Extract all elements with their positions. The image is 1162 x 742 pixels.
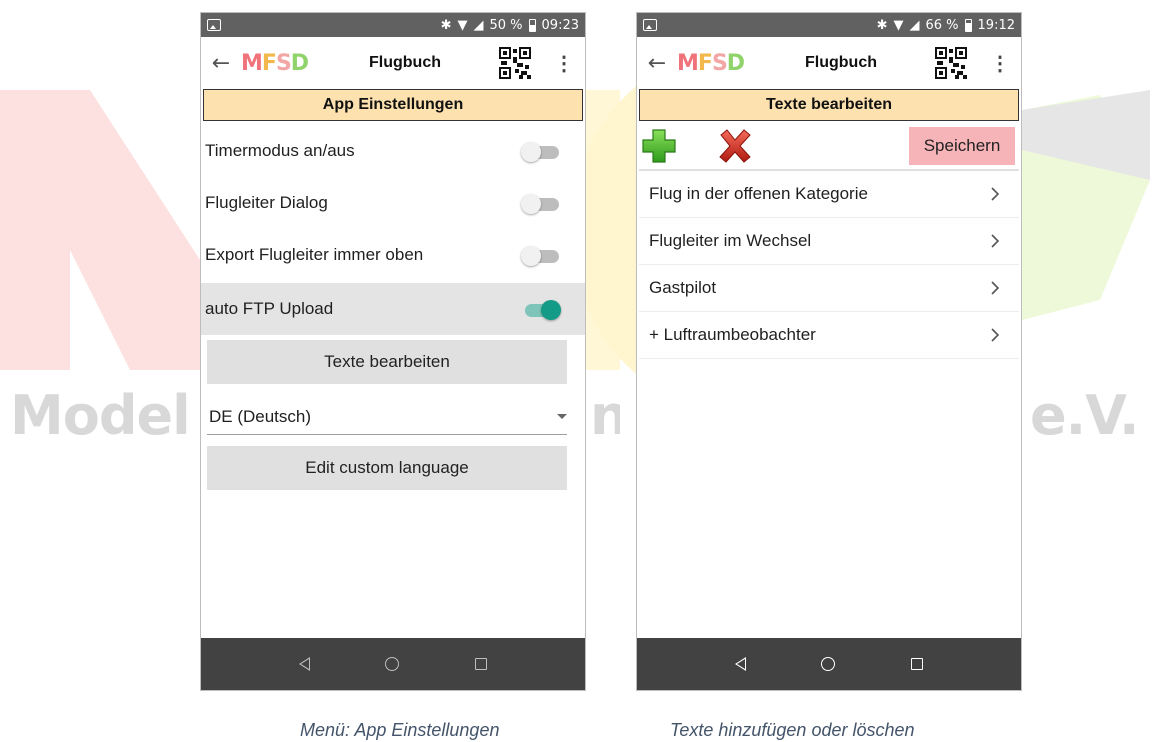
navigation-bar bbox=[637, 638, 1021, 690]
back-arrow-icon[interactable]: ← bbox=[201, 51, 241, 76]
app-toolbar: ← MFSD Flugbuch ⋮ bbox=[201, 37, 585, 89]
wifi-icon: ▼ bbox=[457, 17, 468, 33]
battery-percent: 66 % bbox=[925, 17, 959, 33]
overflow-menu-icon[interactable]: ⋮ bbox=[985, 51, 1015, 76]
watermark-text-left: Model bbox=[10, 384, 191, 447]
setting-label: Flugleiter Dialog bbox=[205, 193, 328, 212]
chevron-right-icon bbox=[991, 328, 999, 342]
list-item[interactable]: Flugleiter im Wechsel bbox=[639, 218, 1019, 265]
nav-home-icon[interactable] bbox=[821, 657, 836, 671]
chevron-right-icon bbox=[991, 234, 999, 248]
mfsd-logo: MFSD bbox=[677, 50, 745, 76]
watermark-text-mid: n bbox=[590, 384, 620, 447]
list-item-label: Flugleiter im Wechsel bbox=[649, 231, 812, 250]
auto-ftp-upload-toggle[interactable] bbox=[521, 299, 561, 320]
setting-flight-director-dialog[interactable]: Flugleiter Dialog bbox=[201, 177, 585, 229]
section-header: App Einstellungen bbox=[203, 89, 583, 121]
bluetooth-icon: ✱ bbox=[440, 17, 452, 33]
qr-code-icon[interactable] bbox=[935, 47, 967, 79]
edit-texts-button[interactable]: Texte bearbeiten bbox=[207, 340, 567, 384]
phone-app-settings: ✱ ▼ ◢ 50 % 09:23 ← MFSD Flugbuch ⋮ App E… bbox=[200, 12, 586, 691]
setting-label: Export Flugleiter immer oben bbox=[205, 245, 424, 264]
signal-icon: ◢ bbox=[473, 17, 484, 33]
battery-percent: 50 % bbox=[489, 17, 523, 33]
add-plus-icon[interactable] bbox=[641, 128, 677, 164]
nav-back-icon[interactable] bbox=[734, 657, 746, 671]
navigation-bar bbox=[201, 638, 585, 690]
language-select[interactable]: DE (Deutsch) bbox=[207, 399, 567, 435]
setting-export-flight-director[interactable]: Export Flugleiter immer oben bbox=[201, 229, 585, 281]
list-item-label: Flug in der offenen Kategorie bbox=[649, 184, 868, 203]
save-button[interactable]: Speichern bbox=[909, 127, 1015, 165]
language-select-value: DE (Deutsch) bbox=[209, 406, 312, 426]
list-item[interactable]: Gastpilot bbox=[639, 265, 1019, 312]
chevron-right-icon bbox=[991, 187, 999, 201]
dropdown-arrow-icon bbox=[557, 414, 567, 419]
nav-recents-icon[interactable] bbox=[911, 658, 924, 670]
app-toolbar: ← MFSD Flugbuch ⋮ bbox=[637, 37, 1021, 89]
caption-left: Menü: App Einstellungen bbox=[300, 720, 500, 740]
setting-label: auto FTP Upload bbox=[205, 299, 334, 318]
timer-mode-toggle[interactable] bbox=[521, 141, 561, 162]
mfsd-logo: MFSD bbox=[241, 50, 309, 76]
setting-auto-ftp-upload[interactable]: auto FTP Upload bbox=[201, 283, 585, 335]
toolbar-title: Flugbuch bbox=[369, 54, 441, 71]
flight-director-dialog-toggle[interactable] bbox=[521, 193, 561, 214]
nav-recents-icon[interactable] bbox=[475, 658, 488, 670]
setting-label: Timermodus an/aus bbox=[205, 141, 355, 160]
back-arrow-icon[interactable]: ← bbox=[637, 51, 677, 76]
bluetooth-icon: ✱ bbox=[876, 17, 888, 33]
list-item[interactable]: Flug in der offenen Kategorie bbox=[639, 171, 1019, 218]
clock: 09:23 bbox=[541, 17, 579, 33]
status-bar: ✱ ▼ ◢ 66 % 19:12 bbox=[637, 13, 1021, 37]
caption-right: Texte hinzufügen oder löschen bbox=[670, 720, 915, 740]
wifi-icon: ▼ bbox=[893, 17, 904, 33]
toolbar-title: Flugbuch bbox=[805, 54, 877, 71]
image-notification-icon bbox=[207, 19, 221, 31]
signal-icon: ◢ bbox=[909, 17, 920, 33]
list-item[interactable]: + Luftraumbeobachter bbox=[639, 312, 1019, 359]
overflow-menu-icon[interactable]: ⋮ bbox=[549, 51, 579, 76]
setting-timer-mode[interactable]: Timermodus an/aus bbox=[201, 125, 585, 177]
battery-icon bbox=[528, 18, 536, 32]
export-flight-director-toggle[interactable] bbox=[521, 245, 561, 266]
status-bar: ✱ ▼ ◢ 50 % 09:23 bbox=[201, 13, 585, 37]
chevron-right-icon bbox=[991, 281, 999, 295]
clock: 19:12 bbox=[977, 17, 1015, 33]
section-header: Texte bearbeiten bbox=[639, 89, 1019, 121]
list-item-label: + Luftraumbeobachter bbox=[649, 325, 816, 344]
delete-x-icon[interactable] bbox=[717, 129, 753, 163]
list-item-label: Gastpilot bbox=[649, 278, 717, 297]
text-action-bar: Speichern bbox=[639, 123, 1019, 169]
nav-home-icon[interactable] bbox=[385, 657, 400, 671]
qr-code-icon[interactable] bbox=[499, 47, 531, 79]
phone-edit-texts: ✱ ▼ ◢ 66 % 19:12 ← MFSD Flugbuch ⋮ Texte… bbox=[636, 12, 1022, 691]
image-notification-icon bbox=[643, 19, 657, 31]
edit-custom-language-button[interactable]: Edit custom language bbox=[207, 446, 567, 490]
watermark-text-right: e.V. bbox=[1030, 384, 1139, 447]
battery-icon bbox=[964, 18, 972, 32]
nav-back-icon[interactable] bbox=[298, 657, 310, 671]
